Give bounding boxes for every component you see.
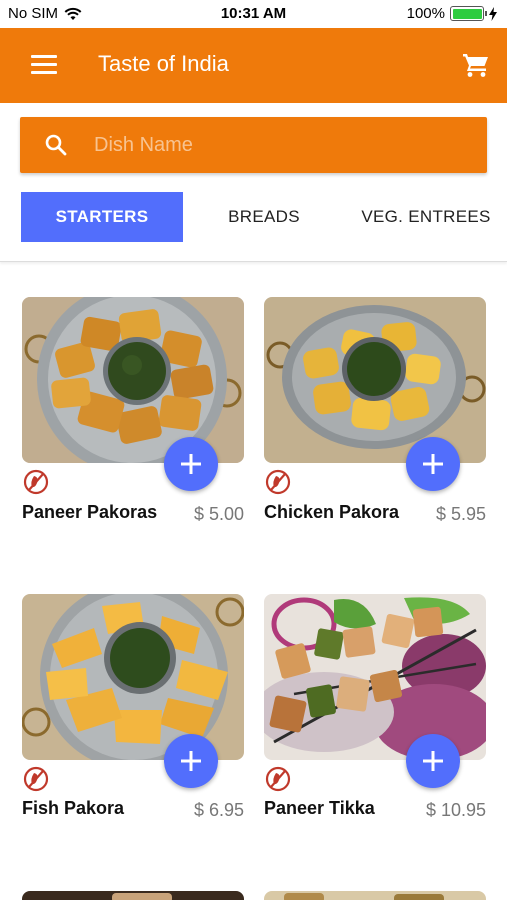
dish-card-partial[interactable] [264,891,486,900]
tab-starters[interactable]: STARTERS [21,192,183,242]
dish-name: Paneer Pakoras [22,502,158,522]
search-icon[interactable] [44,133,68,157]
shopping-cart-icon[interactable] [462,52,490,78]
dish-price: $ 5.00 [193,504,244,524]
app-bar: Taste of India [0,28,507,103]
dish-card[interactable]: Paneer Pakoras $ 5.00 [22,297,244,527]
no-veg-icon [23,766,49,792]
battery-percent: 100% [406,5,445,22]
search-input[interactable] [94,133,454,157]
category-tabs: STARTERS BREADS VEG. ENTREES [0,190,507,262]
tab-veg-entrees[interactable]: VEG. ENTREES [354,192,498,242]
dish-name: Fish Pakora [22,798,125,818]
dish-price: $ 6.95 [193,800,244,820]
no-veg-icon [265,766,291,792]
dish-name: Paneer Tikka [264,798,375,818]
dish-image [264,594,486,760]
plus-icon [423,751,443,771]
dish-image [22,297,244,463]
add-to-cart-button[interactable] [164,437,218,491]
dish-image [22,594,244,760]
battery-icon [450,6,487,21]
app-title: Taste of India [98,51,229,76]
dish-price: $ 5.95 [435,504,486,524]
dish-image [264,297,486,463]
dish-card[interactable]: Fish Pakora $ 6.95 [22,594,244,824]
plus-icon [181,751,201,771]
tab-breads[interactable]: BREADS [208,192,320,242]
status-bar: No SIM 10:31 AM 100% [0,0,507,28]
plus-icon [423,454,443,474]
search-bar [20,117,487,173]
dish-card[interactable]: Paneer Tikka $ 10.95 [264,594,486,824]
no-veg-icon [265,469,291,495]
dish-price: $ 10.95 [425,800,486,820]
add-to-cart-button[interactable] [164,734,218,788]
battery-fill [452,8,482,19]
dish-name: Chicken Pakora [264,502,400,522]
dish-card-partial[interactable] [22,891,244,900]
add-to-cart-button[interactable] [406,734,460,788]
add-to-cart-button[interactable] [406,437,460,491]
status-right: 100% [407,5,497,22]
charging-bolt-icon [489,6,497,21]
plus-icon [181,454,201,474]
dish-card[interactable]: Chicken Pakora $ 5.95 [264,297,486,527]
no-veg-icon [23,469,49,495]
hamburger-menu-icon[interactable] [31,55,57,75]
